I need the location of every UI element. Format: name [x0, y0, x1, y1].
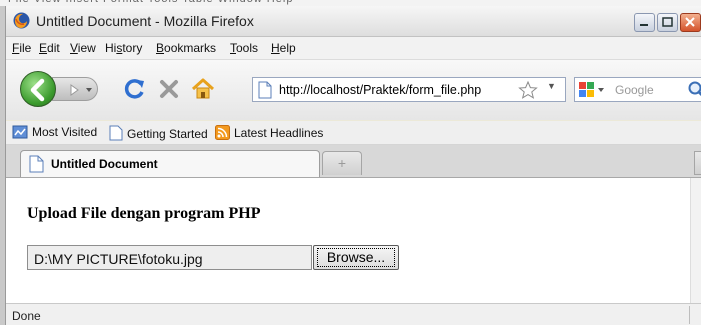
back-button[interactable] — [20, 71, 56, 107]
address-bar[interactable]: http://localhost/Praktek/form_file.php ▼ — [252, 77, 566, 102]
status-separator — [689, 306, 690, 324]
menu-bar: File Edit View History Bookmarks Tools H… — [6, 37, 701, 60]
search-box[interactable]: Google — [574, 77, 701, 102]
bookmark-latest-headlines[interactable]: Latest Headlines — [215, 125, 323, 140]
page-icon — [258, 81, 272, 99]
tab-strip: Untitled Document + — [6, 145, 701, 178]
file-path-value: D:\MY PICTURE\fotoku.jpg — [34, 251, 203, 267]
menu-history[interactable]: History — [105, 41, 142, 55]
menu-file[interactable]: File — [12, 41, 31, 55]
browse-button[interactable]: Browse... — [313, 245, 399, 270]
firefox-icon — [13, 12, 30, 29]
close-button[interactable] — [680, 13, 701, 32]
search-engine-icon[interactable] — [578, 81, 608, 99]
bookmarks-toolbar: Most Visited Getting Started Latest Head… — [6, 121, 701, 145]
search-placeholder: Google — [615, 83, 654, 97]
url-text: http://localhost/Praktek/form_file.php — [279, 83, 482, 97]
page-heading: Upload File dengan program PHP — [27, 205, 261, 222]
navigation-toolbar: http://localhost/Praktek/form_file.php ▼… — [6, 60, 701, 120]
menu-tools[interactable]: Tools — [230, 41, 258, 55]
url-dropdown-icon[interactable]: ▼ — [547, 81, 556, 91]
magnifier-icon[interactable] — [687, 80, 701, 100]
menu-help[interactable]: Help — [271, 41, 296, 55]
menu-view[interactable]: View — [70, 41, 96, 55]
star-icon[interactable] — [518, 80, 538, 100]
new-tab-button[interactable]: + — [322, 151, 362, 175]
vertical-scrollbar[interactable] — [690, 178, 701, 303]
bookmark-getting-started[interactable]: Getting Started — [109, 125, 208, 141]
reload-icon[interactable] — [122, 76, 148, 102]
most-visited-icon — [12, 125, 28, 139]
window-title: Untitled Document - Mozilla Firefox — [36, 13, 254, 29]
tab-list-button[interactable] — [694, 151, 701, 175]
forward-arrow-icon — [70, 84, 79, 96]
tab-untitled-document[interactable]: Untitled Document — [20, 150, 320, 177]
home-icon[interactable] — [190, 76, 216, 102]
menu-bookmarks[interactable]: Bookmarks — [156, 41, 216, 55]
forward-button[interactable] — [52, 77, 98, 101]
title-bar: Untitled Document - Mozilla Firefox — [6, 6, 701, 37]
status-text: Done — [12, 309, 41, 323]
bookmark-most-visited[interactable]: Most Visited — [12, 125, 97, 139]
browser-window: Untitled Document - Mozilla Firefox File… — [6, 6, 701, 325]
minimize-button[interactable] — [634, 13, 655, 32]
page-content: Upload File dengan program PHP D:\MY PIC… — [6, 178, 701, 303]
browse-label: Browse... — [326, 249, 386, 265]
file-path-input[interactable]: D:\MY PICTURE\fotoku.jpg — [27, 245, 312, 270]
menu-edit[interactable]: Edit — [39, 41, 60, 55]
maximize-button[interactable] — [657, 13, 678, 32]
tab-title: Untitled Document — [51, 157, 158, 171]
back-arrow-icon — [30, 78, 45, 102]
page-icon — [109, 125, 123, 141]
page-icon — [29, 155, 44, 173]
rss-icon — [215, 125, 230, 140]
history-dropdown-icon — [86, 88, 92, 92]
stop-icon[interactable] — [156, 76, 182, 102]
status-bar: Done — [6, 303, 701, 325]
